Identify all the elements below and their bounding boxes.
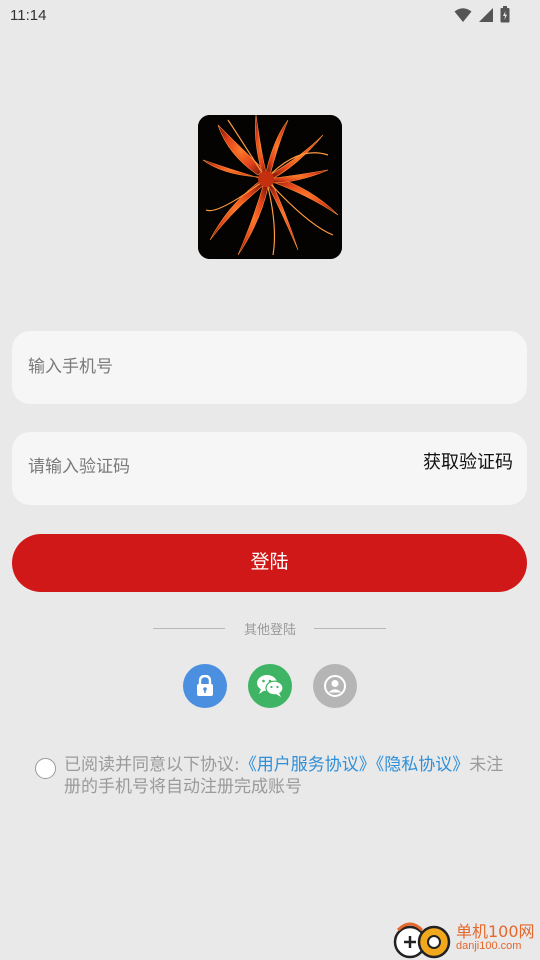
- other-login-label: 其他登陆: [243, 623, 296, 638]
- phone-placeholder: 输入手机号: [28, 357, 113, 377]
- verification-code-input[interactable]: 请输入验证码 获取验证码: [12, 432, 527, 505]
- password-login-button[interactable]: [183, 664, 227, 708]
- lock-icon: [197, 675, 213, 696]
- app-logo: [198, 115, 342, 259]
- status-bar: 11:14: [0, 0, 540, 32]
- guest-login-button[interactable]: [313, 664, 357, 708]
- wechat-icon: [257, 675, 284, 697]
- red-spider-lily-logo: [198, 115, 342, 259]
- wifi-icon: [454, 7, 472, 22]
- watermark-title: 单机100网: [456, 922, 535, 941]
- user-icon: [324, 675, 346, 697]
- agreement-checkbox[interactable]: [35, 758, 56, 779]
- status-time: 11:14: [10, 7, 47, 24]
- agreement-prefix: 已阅读并同意以下协议:: [64, 755, 240, 775]
- watermark-logo-icon: [393, 922, 451, 959]
- watermark: 单机100网 danji100.com: [390, 916, 540, 960]
- login-button[interactable]: 登陆: [12, 534, 527, 592]
- wechat-login-button[interactable]: [248, 664, 292, 708]
- code-placeholder: 请输入验证码: [28, 457, 130, 477]
- signal-icon: [479, 7, 493, 22]
- divider-left: [153, 628, 225, 629]
- user-agreement-link[interactable]: 《用户服务协议》: [240, 755, 376, 775]
- battery-icon: [500, 6, 510, 23]
- phone-input[interactable]: 输入手机号: [12, 331, 527, 404]
- privacy-policy-link[interactable]: 《隐私协议》: [376, 755, 470, 775]
- get-code-button[interactable]: 获取验证码: [423, 432, 513, 494]
- agreement-text: 已阅读并同意以下协议:《用户服务协议》《隐私协议》未注册的手机号将自动注册完成账…: [64, 754, 504, 798]
- watermark-subtitle: danji100.com: [456, 940, 522, 952]
- divider-right: [314, 628, 386, 629]
- status-icons: [454, 6, 510, 23]
